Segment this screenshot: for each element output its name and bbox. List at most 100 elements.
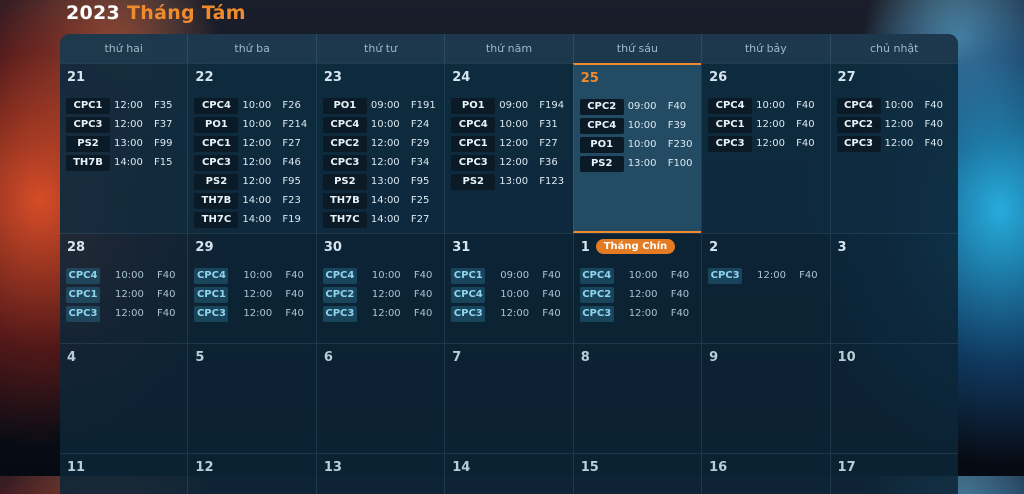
event-item[interactable]: CPC3 12:00 F40 xyxy=(579,305,697,322)
day-cell[interactable]: 4 xyxy=(60,343,188,453)
event-item[interactable]: TH7B 14:00 F15 xyxy=(66,154,183,171)
event-item[interactable]: CPC1 12:00 F40 xyxy=(708,116,825,133)
day-cell[interactable]: 2 CPC3 12:00 F40 xyxy=(701,233,830,343)
day-cell[interactable]: 29 CPC4 10:00 F40 CPC1 12:00 F40 CPC3 12:00 F40 xyxy=(187,233,316,343)
event-item[interactable]: CPC3 12:00 F34 xyxy=(322,154,440,171)
day-cell[interactable]: 1 Tháng Chín CPC4 10:00 F40 CPC2 12:00 F40 CPC3 1… xyxy=(572,233,702,343)
event-item[interactable]: PS2 12:00 F95 xyxy=(194,173,311,190)
day-cell[interactable]: 10 xyxy=(829,343,958,453)
event-item[interactable]: CPC3 12:00 F40 xyxy=(708,267,825,284)
event-item[interactable]: CPC4 10:00 F40 xyxy=(66,267,183,284)
event-item[interactable]: TH7B 14:00 F23 xyxy=(194,192,311,209)
event-room: F37 xyxy=(154,119,173,130)
event-item[interactable]: PS2 13:00 F123 xyxy=(451,173,568,190)
event-item[interactable]: TH7C 14:00 F19 xyxy=(194,211,311,228)
day-cell[interactable]: 24 PO1 09:00 F194 CPC4 10:00 F31 CPC1 12:00 F27 CP… xyxy=(444,63,573,233)
day-cell[interactable]: 6 xyxy=(315,343,445,453)
day-cell[interactable]: 21 CPC1 12:00 F35 CPC3 12:00 F37 PS2 13:00 F99 TH7… xyxy=(60,63,188,233)
event-item[interactable]: CPC2 12:00 F40 xyxy=(322,286,440,303)
day-cell[interactable]: 5 xyxy=(187,343,316,453)
event-room: F40 xyxy=(924,138,944,149)
day-cell[interactable]: 9 xyxy=(701,343,830,453)
event-item[interactable]: CPC1 12:00 F35 xyxy=(66,97,183,114)
day-cell[interactable]: 12 xyxy=(187,453,316,494)
event-room: F214 xyxy=(282,119,308,130)
day-number: 6 xyxy=(323,350,333,365)
day-cell[interactable]: 17 xyxy=(829,453,958,494)
event-room: F40 xyxy=(667,101,687,112)
event-item[interactable]: CPC2 12:00 F40 xyxy=(836,116,954,133)
day-cell[interactable]: 22 CPC4 10:00 F26 PO1 10:00 F214 CPC1 12:00 F27 CP… xyxy=(187,63,316,233)
event-list: CPC4 10:00 F40 CPC2 12:00 F40 CPC3 12:00 F40 xyxy=(836,97,954,154)
event-item[interactable]: CPC4 10:00 F26 xyxy=(194,97,311,114)
event-item[interactable]: CPC3 12:00 F40 xyxy=(194,305,311,322)
event-item[interactable]: CPC3 12:00 F36 xyxy=(451,154,568,171)
weekday-sun: chủ nhật xyxy=(829,34,958,63)
event-code: CPC4 xyxy=(194,267,229,284)
day-cell[interactable]: 7 xyxy=(444,343,573,453)
event-time: 14:00 xyxy=(114,157,143,168)
day-cell[interactable]: 8 xyxy=(572,343,702,453)
event-room: F36 xyxy=(539,157,558,168)
event-item[interactable]: PO1 09:00 F191 xyxy=(322,97,440,114)
event-item[interactable]: CPC4 10:00 F24 xyxy=(322,116,440,133)
event-item[interactable]: CPC3 12:00 F46 xyxy=(194,154,311,171)
day-cell[interactable]: 3 xyxy=(829,233,958,343)
day-cell[interactable]: 14 xyxy=(444,453,573,494)
event-item[interactable]: CPC3 12:00 F40 xyxy=(322,305,440,322)
event-room: F191 xyxy=(410,100,436,111)
day-cell[interactable]: 31 CPC1 09:00 F40 CPC4 10:00 F40 CPC3 12:00 F40 xyxy=(444,233,573,343)
event-item[interactable]: PO1 10:00 F214 xyxy=(194,116,311,133)
event-item[interactable]: CPC4 10:00 F40 xyxy=(836,97,954,114)
event-item[interactable]: PS2 13:00 F99 xyxy=(66,135,183,152)
day-cell[interactable]: 15 xyxy=(572,453,702,494)
event-item[interactable]: CPC4 10:00 F39 xyxy=(579,117,697,134)
event-code: TH7C xyxy=(322,211,367,228)
event-item[interactable]: CPC3 12:00 F37 xyxy=(66,116,183,133)
event-item[interactable]: PS2 13:00 F100 xyxy=(579,155,697,172)
event-item[interactable]: CPC1 09:00 F40 xyxy=(451,267,568,284)
event-item[interactable]: CPC1 12:00 F40 xyxy=(194,286,311,303)
day-cell[interactable]: 28 CPC4 10:00 F40 CPC1 12:00 F40 CPC3 12:00 F40 xyxy=(60,233,188,343)
event-time: 10:00 xyxy=(500,289,530,300)
day-number: 4 xyxy=(67,350,77,365)
day-cell[interactable]: 11 xyxy=(60,453,188,494)
day-cell[interactable]: 30 CPC4 10:00 F40 CPC2 12:00 F40 CPC3 12:00 F40 xyxy=(315,233,445,343)
event-item[interactable]: CPC4 10:00 F40 xyxy=(194,267,311,284)
event-item[interactable]: CPC1 12:00 F27 xyxy=(194,135,311,152)
event-item[interactable]: TH7C 14:00 F27 xyxy=(322,211,440,228)
event-item[interactable]: PS2 13:00 F95 xyxy=(322,173,440,190)
event-item[interactable]: CPC2 12:00 F29 xyxy=(322,135,440,152)
event-item[interactable]: CPC4 10:00 F40 xyxy=(451,286,568,303)
event-item[interactable]: CPC3 12:00 F40 xyxy=(66,305,183,322)
event-time: 13:00 xyxy=(627,158,657,169)
day-cell[interactable]: 26 CPC4 10:00 F40 CPC1 12:00 F40 CPC3 12:00 F40 xyxy=(701,63,830,233)
event-code: CPC4 xyxy=(579,267,614,284)
event-item[interactable]: PO1 09:00 F194 xyxy=(451,97,568,114)
event-item[interactable]: PO1 10:00 F230 xyxy=(579,136,697,153)
day-cell[interactable]: 27 CPC4 10:00 F40 CPC2 12:00 F40 CPC3 12:00 F40 xyxy=(829,63,958,233)
day-cell[interactable]: 16 xyxy=(701,453,830,494)
event-code: CPC3 xyxy=(451,305,486,322)
day-cell[interactable]: 23 PO1 09:00 F191 CPC4 10:00 F24 CPC2 12:00 F29 CP… xyxy=(315,63,445,233)
event-item[interactable]: CPC3 12:00 F40 xyxy=(708,135,825,152)
event-item[interactable]: CPC3 12:00 F40 xyxy=(836,135,954,152)
event-item[interactable]: CPC2 09:00 F40 xyxy=(579,98,697,115)
day-number: 7 xyxy=(452,350,462,365)
event-item[interactable]: CPC4 10:00 F40 xyxy=(708,97,825,114)
event-item[interactable]: CPC1 12:00 F27 xyxy=(451,135,568,152)
event-item[interactable]: CPC3 12:00 F40 xyxy=(451,305,568,322)
event-item[interactable]: CPC4 10:00 F40 xyxy=(579,267,697,284)
event-room: F40 xyxy=(285,308,304,319)
event-item[interactable]: TH7B 14:00 F25 xyxy=(322,192,440,209)
event-code: CPC3 xyxy=(194,154,239,171)
event-item[interactable]: CPC2 12:00 F40 xyxy=(579,286,697,303)
event-item[interactable]: CPC1 12:00 F40 xyxy=(66,286,183,303)
event-item[interactable]: CPC4 10:00 F40 xyxy=(322,267,440,284)
event-item[interactable]: CPC4 10:00 F31 xyxy=(451,116,568,133)
day-cell-today[interactable]: 25 CPC2 09:00 F40 CPC4 10:00 F39 PO1 10:00 F230 PS… xyxy=(572,63,702,233)
event-time: 14:00 xyxy=(242,214,272,225)
event-time: 10:00 xyxy=(371,270,401,281)
event-room: F29 xyxy=(410,138,430,149)
day-cell[interactable]: 13 xyxy=(315,453,445,494)
